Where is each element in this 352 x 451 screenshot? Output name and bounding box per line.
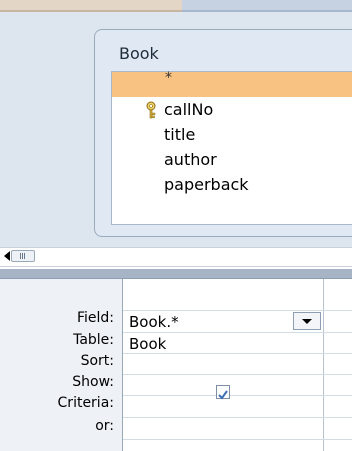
query-design-grid[interactable]: Field: Table: Sort: Show: Criteria: or: … <box>0 279 352 451</box>
object-tab <box>0 0 182 12</box>
field-dropdown-button[interactable] <box>293 312 321 330</box>
horizontal-scrollbar[interactable] <box>0 247 352 267</box>
field-item-all[interactable]: * <box>112 70 352 97</box>
field-cell[interactable]: Book.* <box>129 313 179 331</box>
key-icon <box>146 101 156 119</box>
field-label-callno: callNo <box>164 100 214 119</box>
row-divider <box>123 332 352 333</box>
grip-icon <box>20 253 25 259</box>
grid-row-labels: Field: Table: Sort: Show: Criteria: or: <box>0 279 122 451</box>
row-label-or: or: <box>95 418 114 434</box>
pane-splitter[interactable] <box>0 269 352 279</box>
field-item-callno[interactable]: callNo <box>112 97 352 122</box>
row-label-criteria: Criteria: <box>57 395 114 411</box>
scrollbar-thumb[interactable] <box>11 250 35 262</box>
row-label-sort: Sort: <box>80 353 114 369</box>
column-divider[interactable] <box>323 279 324 451</box>
row-divider <box>123 353 352 354</box>
row-label-show: Show: <box>72 374 114 390</box>
field-item-paperback[interactable]: paperback <box>112 172 352 197</box>
show-checkbox[interactable] <box>216 385 230 400</box>
checkmark-icon <box>218 390 228 400</box>
field-item-title[interactable]: title <box>112 122 352 147</box>
row-label-table: Table: <box>73 332 114 348</box>
table-design-pane[interactable]: Book * callNo title author paperback <box>0 0 352 247</box>
row-divider <box>123 439 352 440</box>
row-divider <box>123 374 352 375</box>
table-cell[interactable]: Book <box>129 335 166 353</box>
row-divider <box>123 395 352 396</box>
field-list[interactable]: * callNo title author paperback <box>111 70 352 225</box>
table-title: Book <box>119 44 159 63</box>
grid-columns[interactable]: Book.* Book <box>122 279 352 451</box>
arrow-left-icon[interactable] <box>2 250 11 262</box>
field-label-all: * <box>165 70 172 86</box>
field-label-paperback: paperback <box>164 175 249 194</box>
tab-strip <box>182 0 352 12</box>
table-field-list-window[interactable]: Book * callNo title author paperback <box>94 29 352 237</box>
row-divider <box>123 310 352 311</box>
field-label-title: title <box>164 125 196 144</box>
chevron-down-icon <box>302 319 312 324</box>
field-label-author: author <box>164 150 217 169</box>
field-item-author[interactable]: author <box>112 147 352 172</box>
row-divider <box>123 417 352 418</box>
row-label-field: Field: <box>76 310 114 326</box>
